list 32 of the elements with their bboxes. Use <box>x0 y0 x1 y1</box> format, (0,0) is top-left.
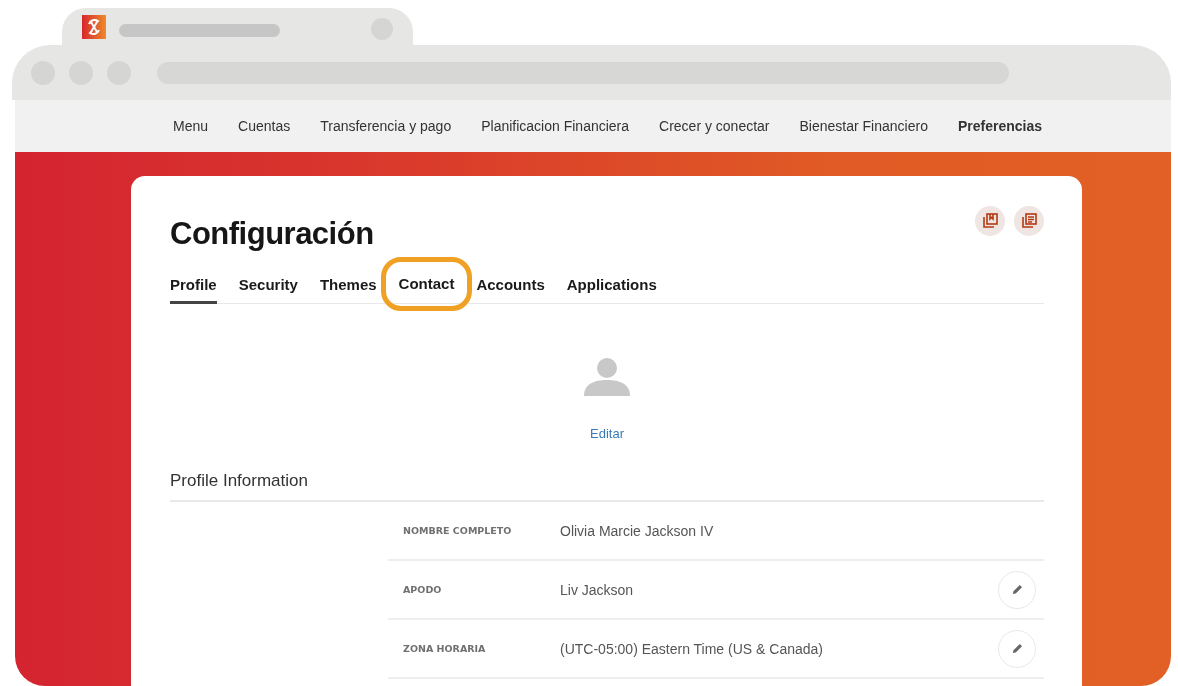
nav-link[interactable]: Cuentas <box>238 118 291 134</box>
document-stack-button[interactable] <box>1014 206 1044 236</box>
field-value: Olivia Marcie Jackson IV <box>560 522 715 539</box>
field-label: NOMBRE COMPLETO <box>403 525 513 536</box>
settings-tab[interactable]: Contact <box>380 257 473 311</box>
bookmark-stack-button[interactable] <box>975 206 1005 236</box>
settings-tab[interactable]: Themes <box>319 270 377 304</box>
nav-link[interactable]: Crecer y conectar <box>659 118 770 134</box>
nav-link[interactable]: Menu <box>173 118 209 134</box>
nav-link[interactable]: Transferencia y pago <box>320 118 452 134</box>
edit-button[interactable] <box>998 570 1036 609</box>
nav-link[interactable]: Preferencias <box>957 118 1042 134</box>
edit-avatar-link[interactable]: Editar <box>590 426 624 441</box>
bookmark-stack-icon <box>982 213 998 229</box>
settings-tab[interactable]: Security <box>238 270 298 304</box>
field-label: ZONA HORARIA <box>403 643 487 654</box>
settings-tab[interactable]: Applications <box>566 270 657 304</box>
field-label: APODO <box>403 584 443 595</box>
settings-tab[interactable]: Accounts <box>476 270 545 304</box>
page-title: Configuración <box>170 216 374 252</box>
section-title: Profile Information <box>170 471 1044 502</box>
field-value: Liv Jackson <box>560 581 635 598</box>
user-avatar-icon <box>584 356 630 396</box>
edit-button[interactable] <box>998 629 1036 668</box>
nav-link[interactable]: Planificacion Financiera <box>481 118 630 134</box>
nav-link[interactable]: Bienestar Financiero <box>799 118 928 134</box>
pencil-icon <box>1011 643 1023 654</box>
document-stack-icon <box>1021 213 1037 229</box>
settings-tab[interactable]: Profile <box>170 270 217 304</box>
app-logo-icon <box>82 14 106 39</box>
pencil-icon <box>1011 584 1023 595</box>
field-value: (UTC-05:00) Eastern Time (US & Canada) <box>560 640 824 657</box>
